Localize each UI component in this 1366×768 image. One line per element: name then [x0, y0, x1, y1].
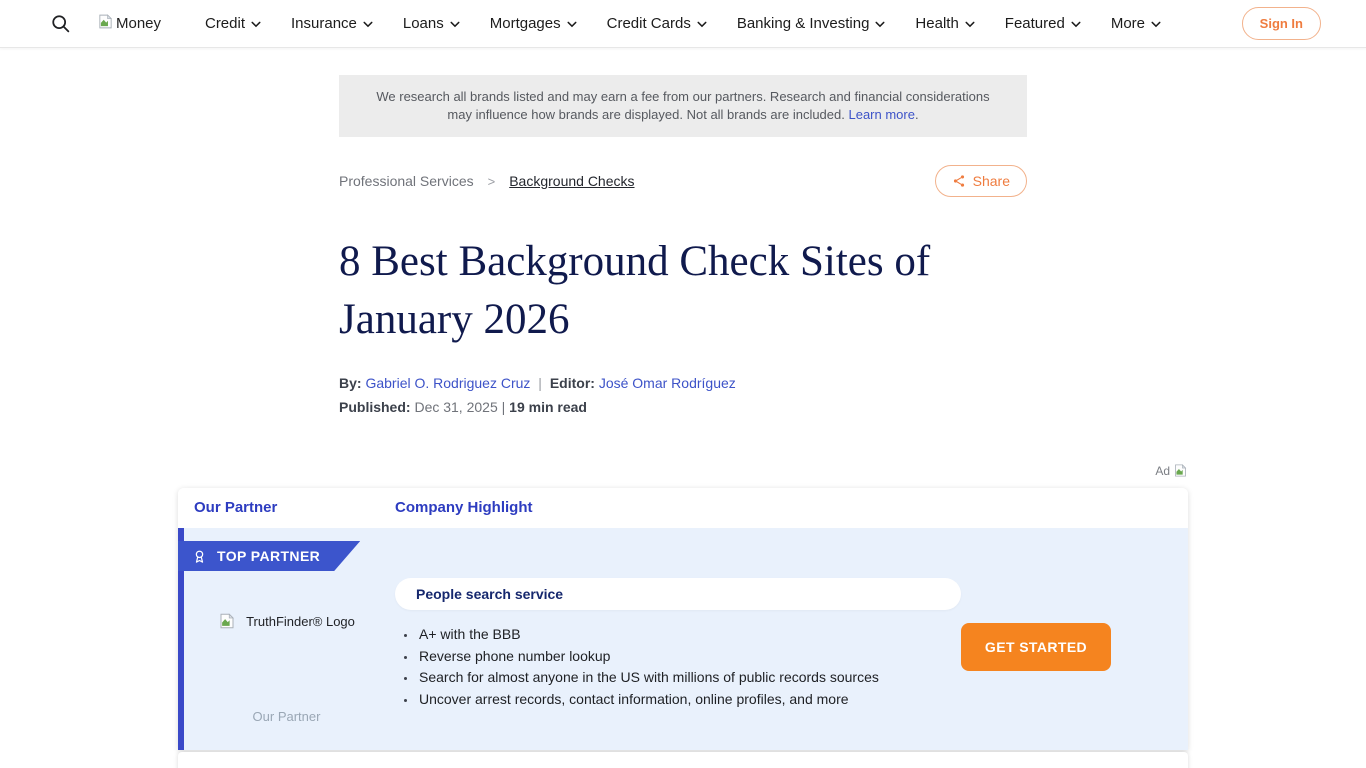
broken-image-icon: [1173, 463, 1188, 478]
bullet-item: Reverse phone number lookup: [417, 646, 961, 668]
share-button[interactable]: Share: [935, 165, 1027, 197]
advertiser-disclosure: We research all brands listed and may ea…: [339, 75, 1027, 137]
nav-item-label: Credit: [205, 15, 245, 32]
company-highlight-cell: People search service A+ with the BBBRev…: [395, 528, 961, 750]
chevron-down-icon: [567, 19, 577, 28]
breadcrumb-separator-icon: >: [488, 174, 496, 189]
highlight-pill: People search service: [395, 578, 961, 610]
published-line: Published: Dec 31, 2025 | 19 min read: [339, 399, 1027, 415]
chevron-down-icon: [1151, 19, 1161, 28]
nav-item-label: Insurance: [291, 15, 357, 32]
share-icon: [952, 174, 966, 188]
nav-item-label: Featured: [1005, 15, 1065, 32]
nav-item-label: Banking & Investing: [737, 15, 870, 32]
nav-item[interactable]: Health: [915, 15, 974, 32]
partner-logo-alt: TruthFinder® Logo: [246, 614, 355, 629]
bullet-item: A+ with the BBB: [417, 624, 961, 646]
bullet-item: Search for almost anyone in the US with …: [417, 667, 961, 689]
nav-item[interactable]: More: [1111, 15, 1161, 32]
top-partner-badge: TOP PARTNER: [178, 541, 360, 571]
cta-cell: GET STARTED: [961, 528, 1188, 750]
top-nav-bar: Money Credit Insurance Loans Mortgages C…: [0, 0, 1366, 48]
nav-item[interactable]: Insurance: [291, 15, 373, 32]
top-partner-label: TOP PARTNER: [217, 548, 320, 564]
nav-item[interactable]: Credit: [205, 15, 261, 32]
breadcrumb-current[interactable]: Background Checks: [509, 173, 634, 189]
byline: By: Gabriel O. Rodriguez Cruz | Editor: …: [339, 375, 1027, 391]
chevron-down-icon: [363, 19, 373, 28]
partner-comparison-card: Our Partner Company Highlight TOP PARTNE…: [178, 488, 1188, 750]
highlight-bullets: A+ with the BBBReverse phone number look…: [417, 624, 961, 710]
author-link[interactable]: Gabriel O. Rodriguez Cruz: [365, 375, 530, 391]
nav-item[interactable]: Loans: [403, 15, 460, 32]
learn-more-link[interactable]: Learn more: [848, 107, 914, 122]
share-label: Share: [973, 173, 1010, 189]
published-date: Dec 31, 2025: [414, 399, 497, 415]
nav-item[interactable]: Featured: [1005, 15, 1081, 32]
ad-label: Ad: [1155, 464, 1170, 478]
company-highlight-header: Company Highlight: [395, 499, 533, 516]
chevron-down-icon: [965, 19, 975, 28]
next-partner-row-peek: [178, 752, 1188, 768]
partner-caption: Our Partner: [253, 709, 321, 724]
page-title: 8 Best Background Check Sites of January…: [339, 233, 1027, 349]
partner-card-header: Our Partner Company Highlight: [178, 488, 1188, 528]
get-started-button[interactable]: GET STARTED: [961, 623, 1111, 671]
sign-in-button[interactable]: Sign In: [1242, 7, 1321, 40]
chevron-down-icon: [251, 19, 261, 28]
money-logo[interactable]: Money: [97, 13, 161, 35]
breadcrumb-parent[interactable]: Professional Services: [339, 173, 474, 189]
nav-item-label: Credit Cards: [607, 15, 691, 32]
editor-link[interactable]: José Omar Rodríguez: [599, 375, 736, 391]
chevron-down-icon: [1071, 19, 1081, 28]
primary-nav: Credit Insurance Loans Mortgages Credit …: [205, 15, 1161, 32]
breadcrumb: Professional Services > Background Check…: [339, 173, 635, 189]
ad-slot: Ad: [178, 463, 1188, 478]
nav-item[interactable]: Banking & Investing: [737, 15, 886, 32]
broken-image-icon: [218, 612, 236, 630]
nav-item[interactable]: Credit Cards: [607, 15, 707, 32]
medal-icon: [192, 549, 207, 564]
nav-item-label: More: [1111, 15, 1145, 32]
broken-image-icon: [97, 13, 114, 35]
our-partner-header: Our Partner: [194, 499, 277, 516]
chevron-down-icon: [697, 19, 707, 28]
nav-item-label: Loans: [403, 15, 444, 32]
nav-item-label: Mortgages: [490, 15, 561, 32]
chevron-down-icon: [450, 19, 460, 28]
bullet-item: Uncover arrest records, contact informat…: [417, 689, 961, 711]
chevron-down-icon: [875, 19, 885, 28]
nav-item[interactable]: Mortgages: [490, 15, 577, 32]
nav-item-label: Health: [915, 15, 958, 32]
logo-alt-text: Money: [116, 15, 161, 32]
top-partner-row: TOP PARTNER TruthFinder® Logo Our Partne…: [178, 528, 1188, 750]
search-icon[interactable]: [50, 13, 71, 34]
read-time: 19 min read: [509, 399, 587, 415]
